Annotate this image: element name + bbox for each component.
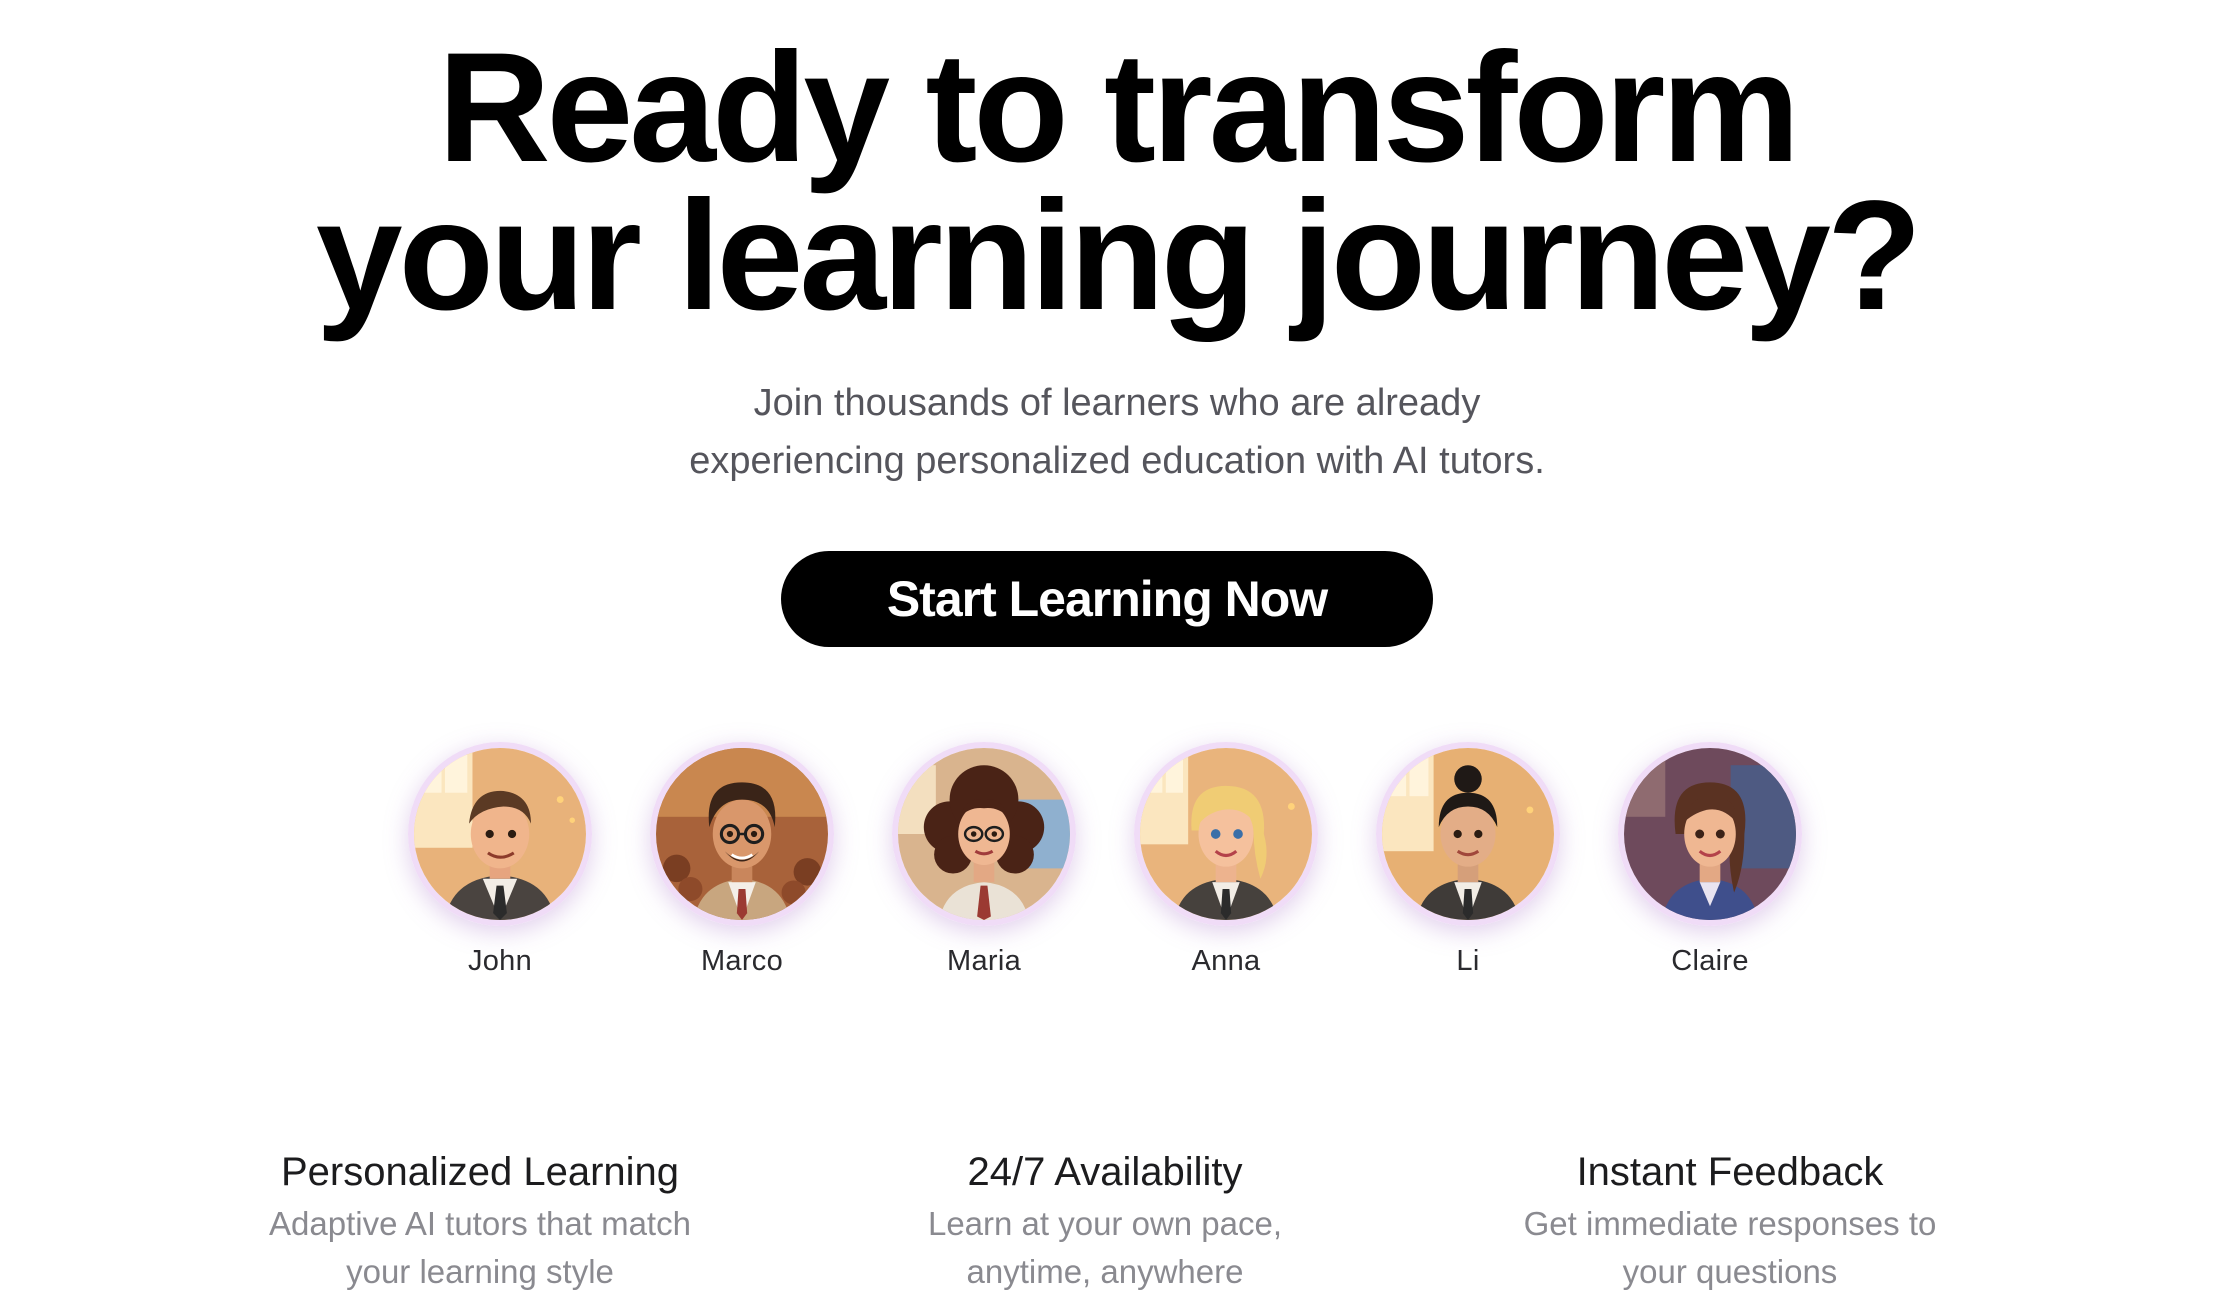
tutor-maria[interactable]: Maria — [884, 742, 1084, 978]
feature-description: Learn at your own pace, anytime, anywher… — [845, 1200, 1365, 1296]
tutor-avatar-maria — [892, 742, 1076, 926]
feature-title: Personalized Learning — [280, 1150, 680, 1194]
tutor-name: Maria — [946, 945, 1021, 977]
tutor-name: Li — [1456, 945, 1480, 977]
tutor-li[interactable]: Li — [1368, 742, 1568, 978]
feature-description-line: anytime, anywhere — [966, 1253, 1244, 1290]
avatar-portrait-li-icon — [1382, 748, 1554, 920]
feature-description-line: your questions — [1622, 1253, 1838, 1290]
feature-description-line: your learning style — [346, 1253, 614, 1290]
feature-availability: 24/7 Availability Learn at your own pace… — [845, 1148, 1365, 1296]
tutor-name: John — [467, 945, 533, 977]
tutor-avatar-list: John Marco Maria Anna Li Claire — [0, 742, 2234, 1002]
hero-headline-line1: Ready to transform — [437, 21, 1800, 195]
tutor-marco[interactable]: Marco — [642, 742, 842, 978]
feature-description: Adaptive AI tutors that match your learn… — [220, 1200, 740, 1296]
avatar-portrait-john-icon — [414, 748, 586, 920]
tutor-avatar-claire — [1618, 742, 1802, 926]
avatar-portrait-anna-icon — [1140, 748, 1312, 920]
avatar-portrait-maria-icon — [898, 748, 1070, 920]
tutor-name: Marco — [700, 945, 784, 977]
hero-subtitle-line1: Join thousands of learners who are alrea… — [753, 382, 1481, 424]
hero-subtitle: Join thousands of learners who are alrea… — [0, 374, 2234, 490]
feature-description-line: Adaptive AI tutors that match — [269, 1205, 691, 1242]
cta-section: Ready to transform your learning journey… — [0, 0, 2234, 1310]
tutor-avatar-anna — [1134, 742, 1318, 926]
feature-description-line: Get immediate responses to — [1523, 1205, 1937, 1242]
hero-headline: Ready to transform your learning journey… — [0, 21, 2234, 343]
avatar-portrait-claire-icon — [1624, 748, 1796, 920]
tutor-name: Claire — [1671, 945, 1749, 977]
tutor-avatar-john — [408, 742, 592, 926]
avatar-portrait-marco-icon — [656, 748, 828, 920]
hero-subtitle-line2: experiencing personalized education with… — [689, 440, 1545, 482]
feature-instant-feedback: Instant Feedback Get immediate responses… — [1470, 1148, 1990, 1296]
feature-title: Instant Feedback — [1576, 1150, 1884, 1194]
tutor-avatar-li — [1376, 742, 1560, 926]
start-learning-button[interactable]: Start Learning Now — [781, 551, 1433, 647]
tutor-anna[interactable]: Anna — [1126, 742, 1326, 978]
hero-headline-line2: your learning journey? — [315, 169, 1922, 343]
tutor-john[interactable]: John — [400, 742, 600, 978]
feature-personalized-learning: Personalized Learning Adaptive AI tutors… — [220, 1148, 740, 1296]
feature-description-line: Learn at your own pace, — [927, 1205, 1283, 1242]
tutor-avatar-marco — [650, 742, 834, 926]
feature-description: Get immediate responses to your question… — [1470, 1200, 1990, 1296]
tutor-claire[interactable]: Claire — [1610, 742, 1810, 978]
feature-title: 24/7 Availability — [967, 1150, 1243, 1194]
tutor-name: Anna — [1191, 945, 1261, 977]
